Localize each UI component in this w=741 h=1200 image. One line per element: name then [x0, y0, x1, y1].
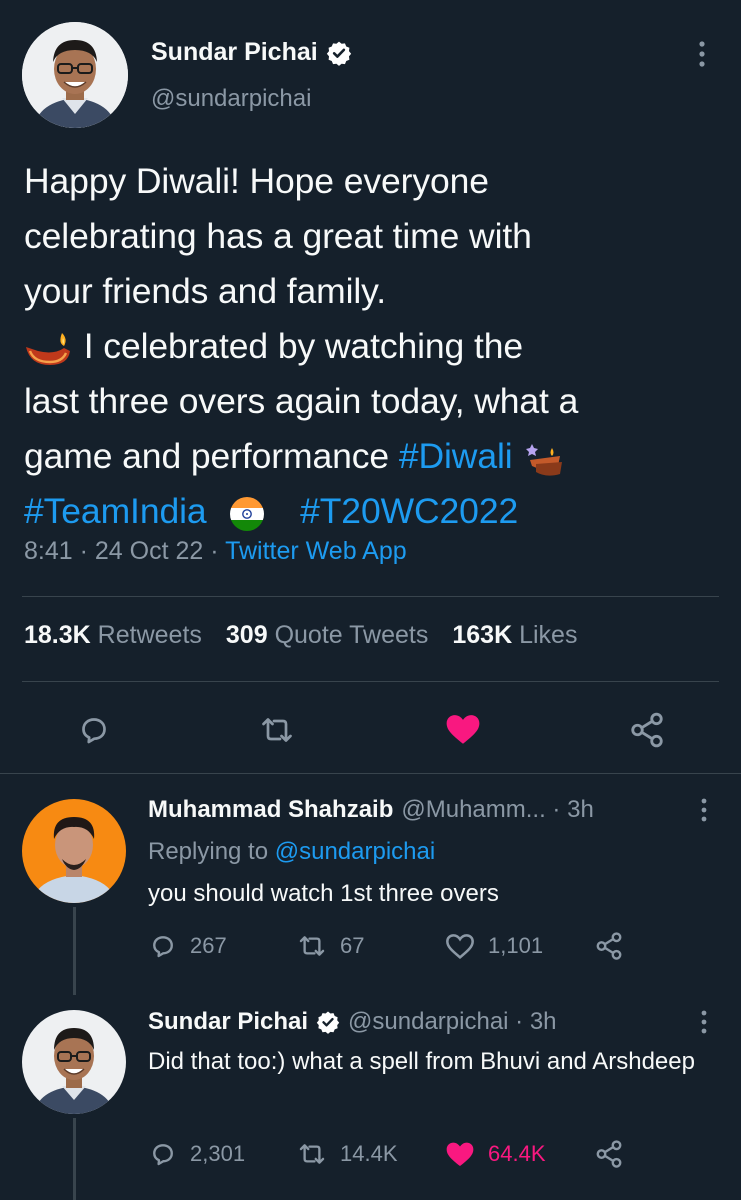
- more-vertical-icon[interactable]: [692, 40, 712, 68]
- reply-time[interactable]: 3h: [530, 1008, 557, 1036]
- tweet-text-line-with-emoji: I celebrated by watching the: [24, 319, 724, 374]
- header-separator: ·: [545, 796, 568, 823]
- hashtag-link[interactable]: #Diwali: [399, 436, 513, 476]
- author-name[interactable]: Sundar Pichai: [151, 38, 318, 67]
- tweet-date[interactable]: 24 Oct 22: [95, 537, 203, 565]
- reply-text: Did that too:) what a spell from Bhuvi a…: [148, 1048, 695, 1075]
- heart-outline-icon[interactable]: [444, 931, 476, 961]
- reply-action-bar: 2,301 14.4K 64.4K: [148, 1139, 648, 1175]
- tweet-text-line-hashtags: #TeamIndia #T20WC2022: [24, 484, 724, 539]
- likes-label: Likes: [519, 621, 578, 649]
- retweets-stat[interactable]: 18.3K Retweets: [24, 621, 202, 650]
- reply-action-bar: 267 67 1,101: [148, 931, 648, 967]
- divider: [0, 773, 741, 774]
- like-count: 64.4K: [488, 1141, 546, 1166]
- retweets-count: 18.3K: [24, 621, 91, 649]
- tweet-text-line: Happy Diwali! Hope everyone: [24, 161, 489, 201]
- heart-icon[interactable]: [443, 711, 483, 747]
- quotes-label: Quote Tweets: [274, 621, 429, 649]
- like-count: 1,101: [488, 933, 544, 958]
- reply-icon[interactable]: [76, 712, 112, 748]
- reply-header: Sundar Pichai @sundarpichai · 3h: [148, 1008, 557, 1036]
- retweets-label: Retweets: [97, 621, 202, 649]
- tweet-text-line-with-hashtag: game and performance #Diwali: [24, 429, 724, 484]
- share-icon[interactable]: [594, 1139, 624, 1169]
- tweet-time[interactable]: 8:41: [24, 537, 73, 565]
- retweet-icon[interactable]: [296, 1139, 328, 1169]
- reply-text: you should watch 1st three overs: [148, 880, 499, 907]
- engagement-stats: 18.3K Retweets 309 Quote Tweets 163K Lik…: [24, 621, 577, 650]
- retweet-action[interactable]: 67: [296, 931, 364, 961]
- share-icon[interactable]: [594, 931, 624, 961]
- thread-line: [73, 907, 76, 995]
- avatar[interactable]: [22, 22, 128, 128]
- diya-emoji-icon: [26, 332, 70, 365]
- flag-india-emoji-icon: [230, 496, 265, 531]
- divider: [22, 681, 719, 682]
- retweet-icon[interactable]: [257, 712, 297, 748]
- reply-count: 2,301: [190, 1141, 246, 1166]
- author-name-row[interactable]: Sundar Pichai: [151, 38, 352, 67]
- tweet-text: Happy Diwali! Hope everyone celebrating …: [24, 154, 724, 539]
- reply-action[interactable]: 2,301: [148, 1139, 245, 1169]
- hashtag-link[interactable]: #T20WC2022: [300, 491, 518, 531]
- retweet-count: 67: [340, 933, 365, 958]
- tweet-text-segment: game and performance: [24, 436, 390, 476]
- author-handle[interactable]: @sundarpichai: [348, 1008, 508, 1036]
- author-name[interactable]: Sundar Pichai: [148, 1008, 308, 1036]
- meta-separator: ·: [79, 537, 95, 565]
- share-action[interactable]: [594, 1139, 624, 1169]
- share-icon[interactable]: [628, 711, 666, 749]
- tweet-text-line: your friends and family.: [24, 271, 386, 311]
- verified-badge-icon: [316, 1011, 340, 1034]
- heart-icon[interactable]: [444, 1139, 476, 1169]
- reply-action[interactable]: 267: [148, 931, 227, 961]
- retweet-action[interactable]: 14.4K: [296, 1139, 398, 1169]
- header-separator: ·: [508, 1008, 530, 1035]
- likes-count: 163K: [452, 621, 513, 649]
- quotes-stat[interactable]: 309 Quote Tweets: [226, 621, 428, 650]
- tweet-text-segment: I celebrated by watching the: [83, 326, 524, 366]
- reply-icon[interactable]: [148, 931, 178, 961]
- reply-header: Muhammad Shahzaib @Muhamm... · 3h: [148, 796, 594, 824]
- author-handle[interactable]: @sundarpichai: [151, 85, 311, 113]
- tweet-meta: 8:41 · 24 Oct 22 · Twitter Web App: [24, 537, 407, 566]
- share-action[interactable]: [594, 931, 624, 961]
- author-name[interactable]: Muhammad Shahzaib: [148, 796, 393, 824]
- likes-stat[interactable]: 163K Likes: [452, 621, 577, 650]
- like-action[interactable]: 1,101: [444, 931, 543, 961]
- verified-badge-icon: [326, 41, 351, 66]
- retweet-icon[interactable]: [296, 931, 328, 961]
- tweet-source[interactable]: Twitter Web App: [225, 537, 407, 565]
- replying-to: Replying to @sundarpichai: [148, 838, 435, 866]
- diwali-hashflag-icon: [526, 443, 563, 476]
- tweet-text-line: last three overs again today, what a: [24, 381, 579, 421]
- meta-separator: ·: [210, 537, 226, 565]
- reply-time[interactable]: 3h: [567, 796, 594, 824]
- hashtag-link[interactable]: #TeamIndia: [24, 491, 207, 531]
- divider: [22, 596, 719, 597]
- avatar[interactable]: [22, 799, 126, 903]
- tweet-thread: Sundar Pichai @sundarpichai Happy Diwali…: [0, 0, 741, 1200]
- more-vertical-icon[interactable]: [696, 1009, 712, 1035]
- like-action[interactable]: 64.4K: [444, 1139, 546, 1169]
- quotes-count: 309: [225, 621, 268, 649]
- mention-link[interactable]: @sundarpichai: [275, 838, 435, 865]
- reply-count: 267: [190, 933, 227, 958]
- author-handle[interactable]: @Muhamm...: [401, 796, 545, 824]
- replying-label: Replying to: [148, 838, 269, 865]
- reply-icon[interactable]: [148, 1139, 178, 1169]
- avatar[interactable]: [22, 1010, 126, 1114]
- more-vertical-icon[interactable]: [696, 797, 712, 823]
- thread-line: [73, 1118, 76, 1200]
- tweet-text-line: celebrating has a great time with: [24, 216, 532, 256]
- retweet-count: 14.4K: [340, 1141, 398, 1166]
